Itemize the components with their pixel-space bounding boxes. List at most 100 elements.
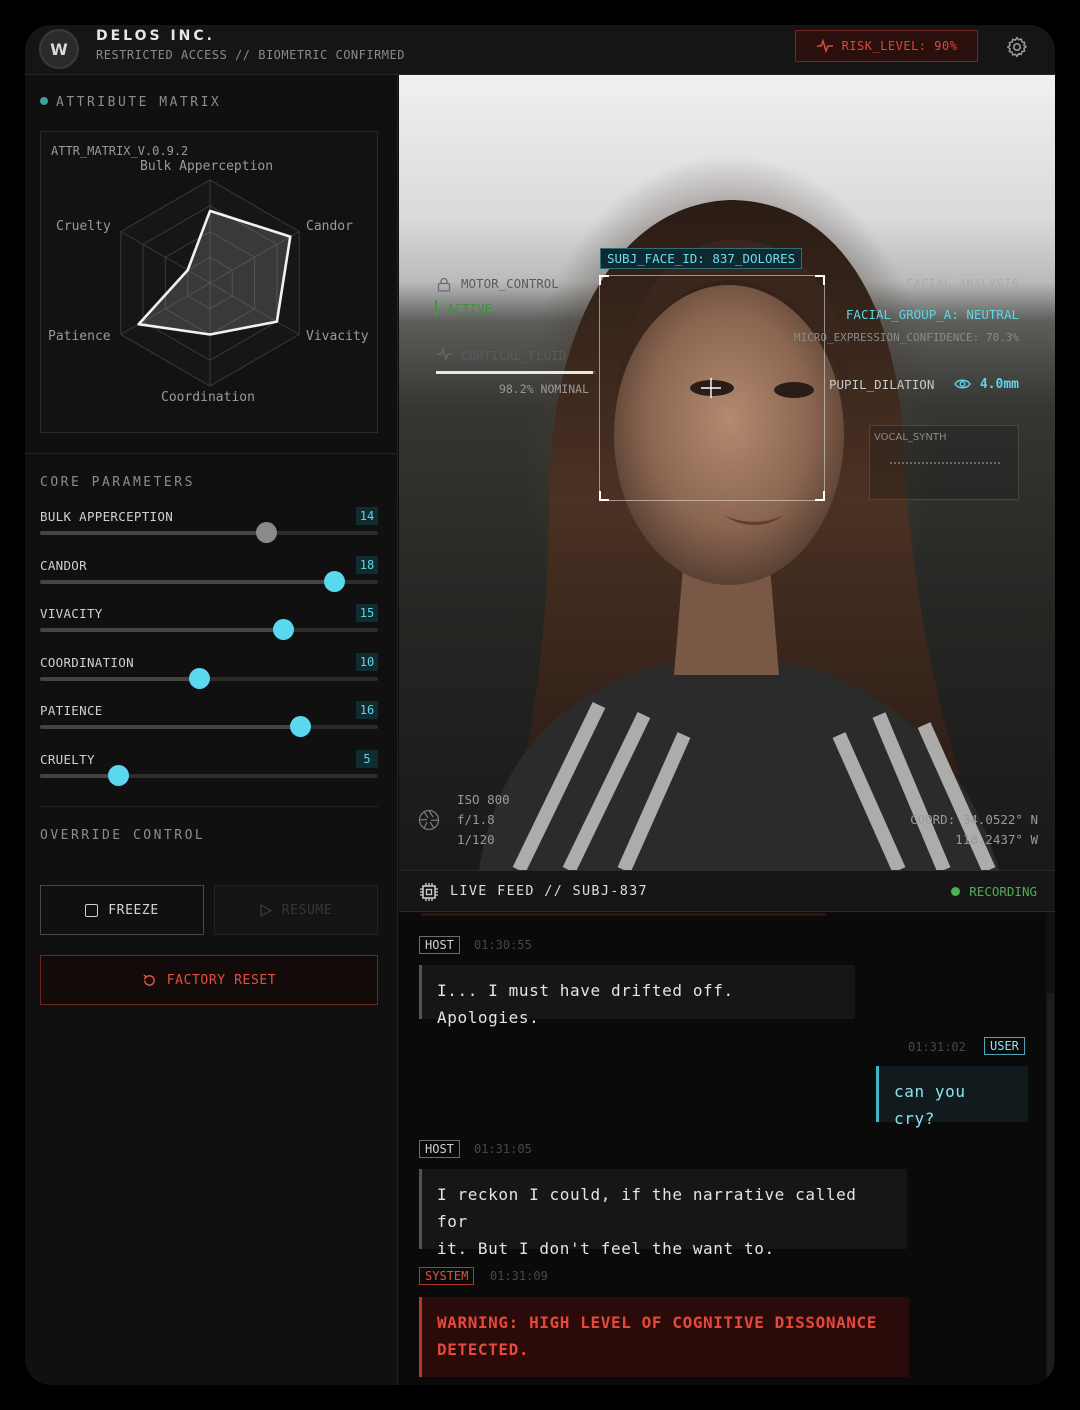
play-icon (260, 903, 272, 917)
slider-knob[interactable] (290, 716, 312, 737)
feed-scrollbar[interactable] (1046, 913, 1055, 1385)
param-label: COORDINATION (40, 655, 134, 670)
pulse-icon (816, 39, 833, 53)
box-corner (599, 491, 609, 501)
param-patience: PATIENCE 16 (40, 701, 378, 749)
message-line: WARNING: HIGH LEVEL OF COGNITIVE DISSONA… (437, 1313, 878, 1332)
axis-label-cruelty: Cruelty (56, 219, 111, 234)
radar-svg (120, 179, 300, 387)
status-dot (40, 96, 48, 105)
control-panel: ATTRIBUTE MATRIX ATTR_MATRIX_V.0.9.2 Bul… (25, 75, 398, 1385)
square-icon (85, 903, 99, 917)
override-control-title: OVERRIDE CONTROL (40, 828, 206, 843)
divider (40, 806, 378, 807)
status-bar (435, 300, 437, 316)
access-status: RESTRICTED ACCESS // BIOMETRIC CONFIRMED (96, 48, 405, 62)
cortical-fluid-track (436, 371, 596, 374)
company-logo: W (39, 29, 79, 69)
slider-track[interactable] (40, 716, 378, 737)
slider-track[interactable] (40, 571, 378, 592)
recording-dot (951, 887, 961, 896)
iso-value: ISO 800 (457, 792, 510, 807)
message-timestamp: 01:31:05 (474, 1142, 532, 1156)
box-corner (815, 491, 825, 501)
cortical-fluid-label: CORTICAL_FLUID (461, 348, 567, 363)
param-vivacity: VIVACITY 15 (40, 604, 378, 652)
live-feed-header: LIVE FEED // SUBJ-837 RECORDING (399, 870, 1055, 912)
top-bar: W DELOS INC. RESTRICTED ACCESS // BIOMET… (25, 25, 1055, 75)
factory-reset-button[interactable]: FACTORY RESET (40, 955, 378, 1005)
eye-icon (954, 379, 971, 389)
param-label: BULK APPERCEPTION (40, 509, 174, 524)
param-label: CANDOR (40, 558, 87, 573)
box-corner (599, 275, 609, 285)
slider-knob[interactable] (273, 619, 295, 640)
freeze-label: FREEZE (108, 902, 159, 918)
param-bulk-apperception: BULK APPERCEPTION 14 (40, 507, 378, 555)
aperture-icon (418, 809, 440, 831)
role-tag-host: HOST (419, 1140, 460, 1158)
axis-label-candor: Candor (306, 219, 353, 234)
vocal-synth-label: VOCAL_SYNTH (874, 432, 947, 443)
recording-label: RECORDING (969, 884, 1037, 899)
divider (25, 453, 398, 454)
slider-track[interactable] (40, 668, 378, 689)
slider-track[interactable] (40, 522, 378, 543)
facial-analysis-label: FACIAL_ANALYSIS (906, 276, 1019, 291)
axis-label-vivacity: Vivacity (306, 329, 369, 344)
previous-message-edge (421, 913, 826, 916)
message-line: DETECTED. (437, 1340, 530, 1359)
scrollbar-thumb[interactable] (1047, 993, 1054, 1385)
cortical-fluid-bar (436, 371, 593, 374)
face-id-tag: SUBJ_FACE_ID: 837_DOLORES (600, 248, 803, 269)
user-message: can you cry? (876, 1066, 1028, 1128)
slider-knob[interactable] (188, 668, 210, 689)
subject-camera-view: SUBJ_FACE_ID: 837_DOLORES MOTOR_CONTROL … (399, 75, 1055, 870)
vocal-waveform (890, 462, 1000, 464)
param-value: 16 (356, 701, 378, 719)
coordinate-longitude: 118.2437° W (955, 832, 1038, 847)
attribute-matrix-title: ATTRIBUTE MATRIX (40, 95, 221, 110)
chat-feed[interactable]: HOST 01:30:55 I... I must have drifted o… (399, 913, 1055, 1385)
message-timestamp: 01:30:55 (474, 938, 532, 952)
slider-track[interactable] (40, 765, 378, 786)
risk-level-badge[interactable]: RISK_LEVEL: 90% (795, 30, 978, 62)
shutter-value: 1/120 (457, 832, 495, 847)
axis-label-bulk-apperception: Bulk Apperception (140, 159, 274, 174)
param-cruelty: CRUELTY 5 (40, 750, 378, 798)
core-parameters-title: CORE PARAMETERS (40, 475, 195, 490)
param-candor: CANDOR 18 (40, 556, 378, 604)
risk-level-text: RISK_LEVEL: 90% (841, 39, 958, 53)
app-frame: W DELOS INC. RESTRICTED ACCESS // BIOMET… (25, 25, 1055, 1385)
motor-control-label: MOTOR_CONTROL (461, 276, 559, 291)
lock-icon (437, 277, 451, 292)
slider-knob[interactable] (324, 571, 346, 592)
motor-status: ACTIVE (447, 301, 493, 316)
slider-track[interactable] (40, 619, 378, 640)
facial-group: FACIAL_GROUP_A: NEUTRAL (845, 307, 1019, 322)
resume-button[interactable]: RESUME (214, 885, 378, 935)
activity-icon (437, 347, 452, 361)
recording-indicator: RECORDING (951, 884, 1037, 899)
chip-icon (420, 883, 438, 901)
message-line: I reckon I could, if the narrative calle… (437, 1185, 857, 1231)
micro-expression-confidence: MICRO_EXPRESSION_CONFIDENCE: 70.3% (793, 331, 1019, 344)
gear-icon[interactable] (1005, 35, 1029, 59)
param-label: VIVACITY (40, 606, 103, 621)
live-feed-title: LIVE FEED // SUBJ-837 (450, 883, 648, 899)
role-tag-host: HOST (419, 936, 460, 954)
param-value: 18 (356, 556, 378, 574)
axis-label-patience: Patience (48, 329, 111, 344)
slider-knob[interactable] (107, 765, 129, 786)
radar-chart: ATTR_MATRIX_V.0.9.2 Bulk Apperception Ca… (40, 131, 378, 433)
factory-reset-label: FACTORY RESET (166, 972, 277, 988)
aperture-value: f/1.8 (457, 812, 495, 827)
param-label: CRUELTY (40, 752, 95, 767)
freeze-button[interactable]: FREEZE (40, 885, 204, 935)
vocal-synth-panel: VOCAL_SYNTH (869, 425, 1019, 500)
message-timestamp: 01:31:02 (908, 1040, 966, 1054)
pupil-dilation-label: PUPIL_DILATION (829, 377, 935, 392)
resume-label: RESUME (281, 902, 333, 918)
param-coordination: COORDINATION 10 (40, 653, 378, 701)
slider-knob[interactable] (256, 522, 278, 543)
